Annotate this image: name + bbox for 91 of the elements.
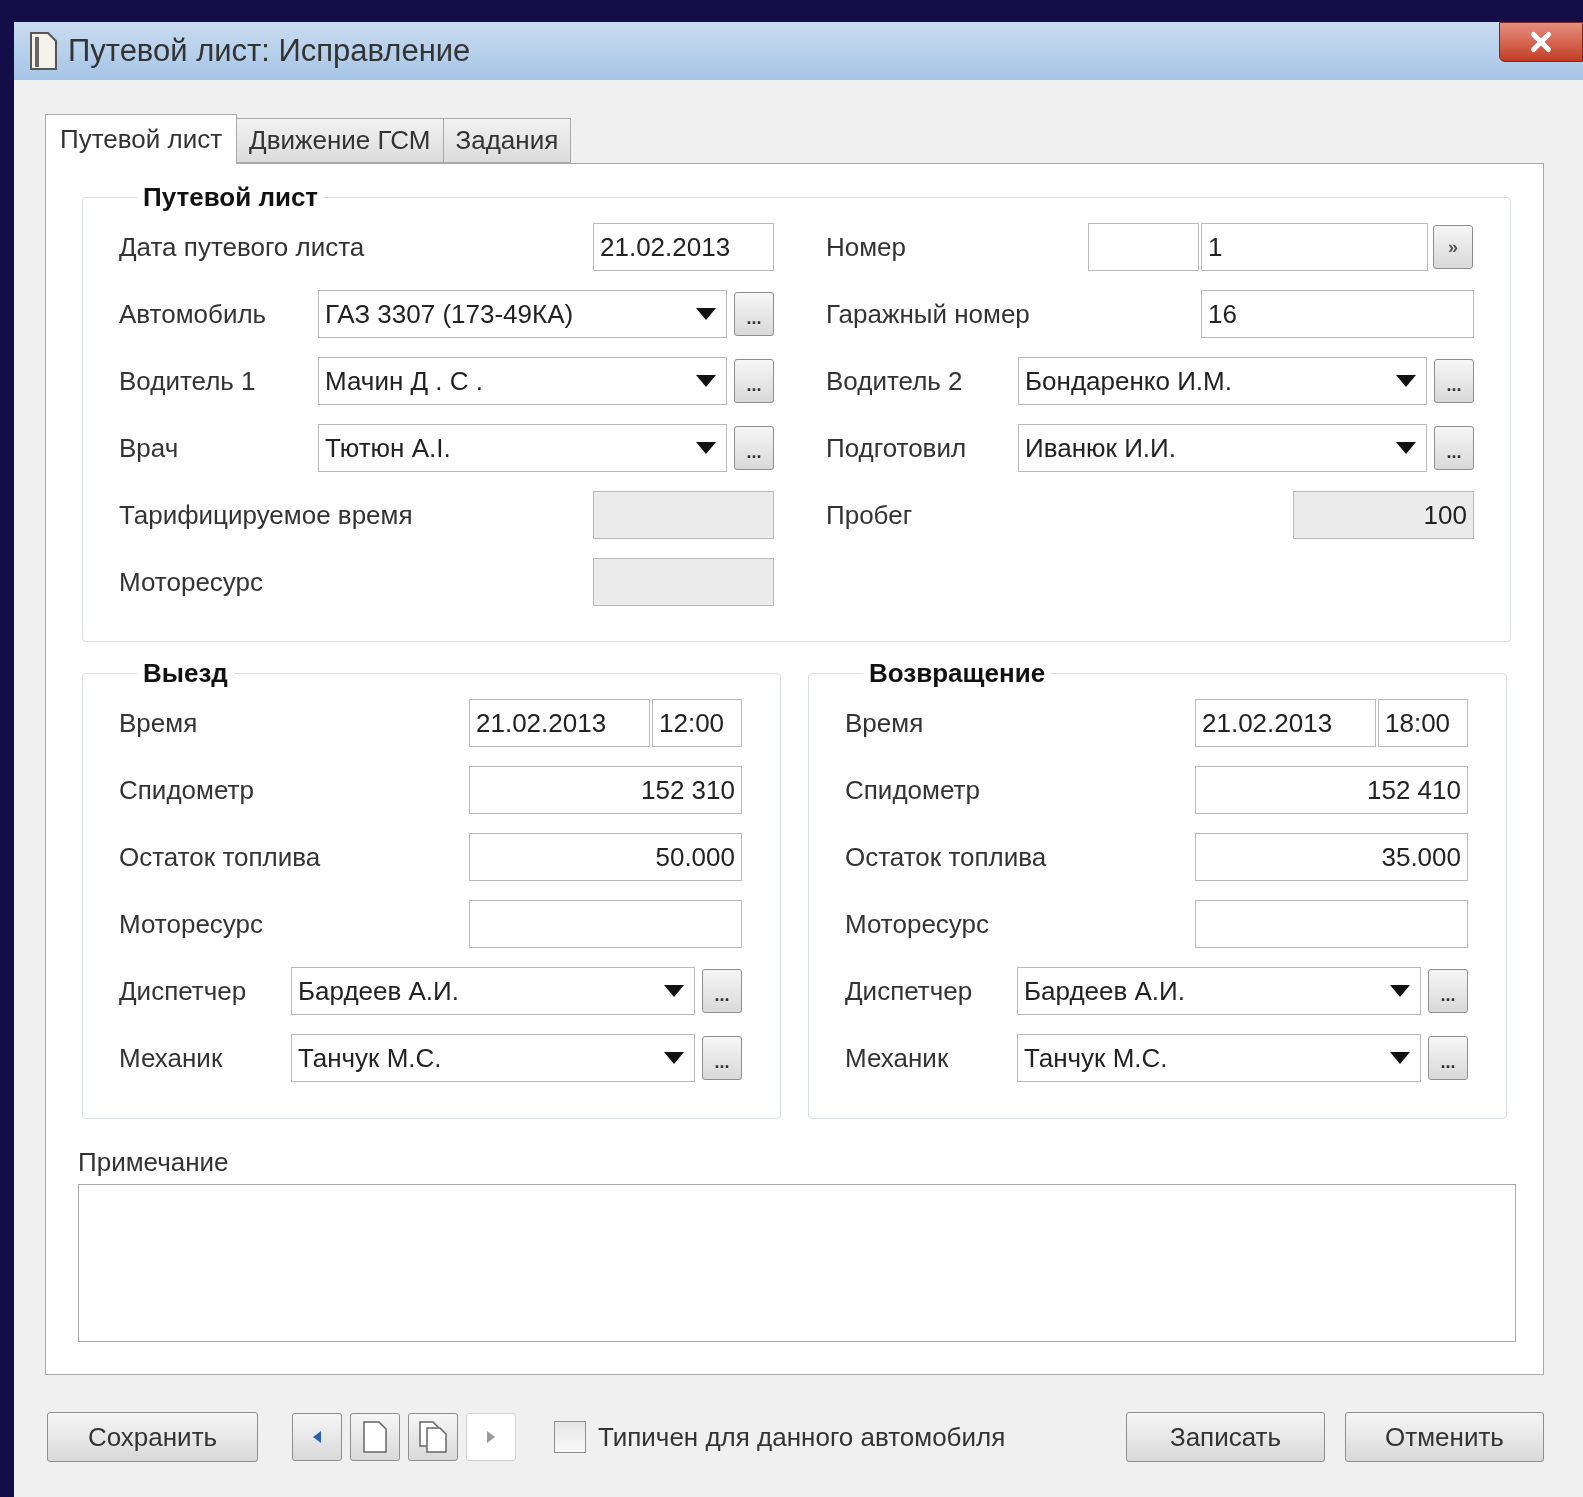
dropdown-caret-icon	[664, 1052, 684, 1064]
note-field[interactable]	[78, 1184, 1516, 1342]
field-label: Примечание	[78, 1146, 230, 1179]
number-field[interactable]: 152 410	[1195, 766, 1468, 814]
field-label: Автомобиль	[119, 297, 268, 331]
field-label: Тарифицируемое время	[119, 498, 413, 532]
number-field[interactable]: 152 310	[469, 766, 742, 814]
dialog-button[interactable]: Записать	[1126, 1412, 1325, 1462]
field-label: Механик	[119, 1041, 224, 1075]
browse-button[interactable]: ...	[1428, 1036, 1468, 1080]
browse-button[interactable]: ...	[1434, 359, 1474, 403]
dropdown-caret-icon	[1390, 985, 1410, 997]
number-field[interactable]: 1	[1201, 223, 1428, 271]
text-field[interactable]: 16	[1201, 290, 1474, 338]
field-label: Врач	[119, 431, 180, 465]
document-icon	[363, 1421, 387, 1453]
browse-button[interactable]: ...	[1434, 426, 1474, 470]
dropdown-field[interactable]: Бардеев А.И.	[291, 967, 695, 1015]
checkbox[interactable]	[554, 1421, 586, 1453]
document-icon	[28, 31, 58, 71]
dropdown-caret-icon	[1390, 1052, 1410, 1064]
field-label: Остаток топлива	[845, 840, 1047, 874]
group-title: Возвращение	[868, 657, 1047, 690]
browse-button[interactable]: ...	[702, 1036, 742, 1080]
checkbox-label: Типичен для данного автомобиля	[598, 1420, 1006, 1454]
time-field[interactable]: 12:00	[652, 699, 742, 747]
field-label: Спидометр	[845, 773, 980, 807]
browse-button[interactable]: ...	[734, 359, 774, 403]
dropdown-field[interactable]: Мачин Д . С .	[318, 357, 727, 405]
dropdown-caret-icon	[1396, 442, 1416, 454]
field-label: Водитель 2	[826, 364, 964, 398]
window-title: Путевой лист: Исправление	[68, 31, 471, 70]
readonly-field[interactable]	[593, 558, 774, 606]
dropdown-caret-icon	[664, 985, 684, 997]
dropdown-field[interactable]: Бардеев А.И.	[1017, 967, 1421, 1015]
tab[interactable]: Движение ГСМ	[237, 118, 444, 163]
copy-documents-icon	[419, 1421, 447, 1453]
field-label: Гаражный номер	[826, 297, 1030, 331]
tab[interactable]: Путевой лист	[45, 114, 238, 164]
readonly-field[interactable]: 100	[1293, 491, 1474, 539]
number-field[interactable]	[469, 900, 742, 948]
time-field[interactable]: 18:00	[1378, 699, 1468, 747]
number-prefix-field[interactable]	[1088, 223, 1199, 271]
date-field[interactable]: 21.02.2013	[469, 699, 650, 747]
number-field[interactable]	[1195, 900, 1468, 948]
dropdown-caret-icon	[1396, 375, 1416, 387]
browse-button[interactable]: ...	[734, 426, 774, 470]
next-number-button[interactable]: »	[1433, 225, 1473, 269]
dropdown-caret-icon	[696, 442, 716, 454]
dropdown-field[interactable]: Иванюк И.И.	[1018, 424, 1427, 472]
nav-button[interactable]	[292, 1413, 342, 1461]
nav-button[interactable]	[408, 1413, 458, 1461]
number-field[interactable]: 35.000	[1195, 833, 1468, 881]
field-label: Диспетчер	[119, 974, 248, 1008]
field-label: Моторесурс	[119, 565, 263, 599]
left-arrow-icon	[313, 1431, 321, 1443]
field-label: Водитель 1	[119, 364, 257, 398]
group-title: Путевой лист	[142, 181, 320, 214]
dropdown-field[interactable]: Танчук М.С.	[1017, 1034, 1421, 1082]
date-field[interactable]: 21.02.2013	[1195, 699, 1376, 747]
field-label: Спидометр	[119, 773, 254, 807]
nav-button[interactable]	[350, 1413, 400, 1461]
dropdown-caret-icon	[696, 375, 716, 387]
field-label: Номер	[826, 230, 908, 264]
field-label: Остаток топлива	[119, 840, 321, 874]
field-label: Дата путевого листа	[119, 230, 365, 264]
field-label: Время	[119, 706, 198, 740]
browse-button[interactable]: ...	[734, 292, 774, 336]
dropdown-field[interactable]: Бондаренко И.М.	[1018, 357, 1427, 405]
group-title: Выезд	[142, 657, 229, 690]
field-label: Моторесурс	[845, 907, 989, 941]
save-button[interactable]: Сохранить	[47, 1412, 258, 1462]
field-label: Диспетчер	[845, 974, 974, 1008]
browse-button[interactable]: ...	[702, 969, 742, 1013]
field-label: Время	[845, 706, 924, 740]
browse-button[interactable]: ...	[1428, 969, 1468, 1013]
readonly-field[interactable]	[593, 491, 774, 539]
right-arrow-icon	[487, 1431, 495, 1443]
field-label: Подготовил	[826, 431, 968, 465]
number-field[interactable]: 50.000	[469, 833, 742, 881]
field-label: Пробег	[826, 498, 913, 532]
field-label: Механик	[845, 1041, 950, 1075]
dropdown-field[interactable]: Танчук М.С.	[291, 1034, 695, 1082]
field-label: Моторесурс	[119, 907, 263, 941]
dropdown-field[interactable]: ГАЗ 3307 (173-49КА)	[318, 290, 727, 338]
dropdown-field[interactable]: Тютюн А.I.	[318, 424, 727, 472]
dialog-button[interactable]: Отменить	[1345, 1412, 1544, 1462]
dropdown-caret-icon	[696, 308, 716, 320]
date-field[interactable]: 21.02.2013	[593, 223, 774, 271]
tab[interactable]: Задания	[443, 118, 572, 163]
close-button[interactable]	[1499, 22, 1583, 62]
